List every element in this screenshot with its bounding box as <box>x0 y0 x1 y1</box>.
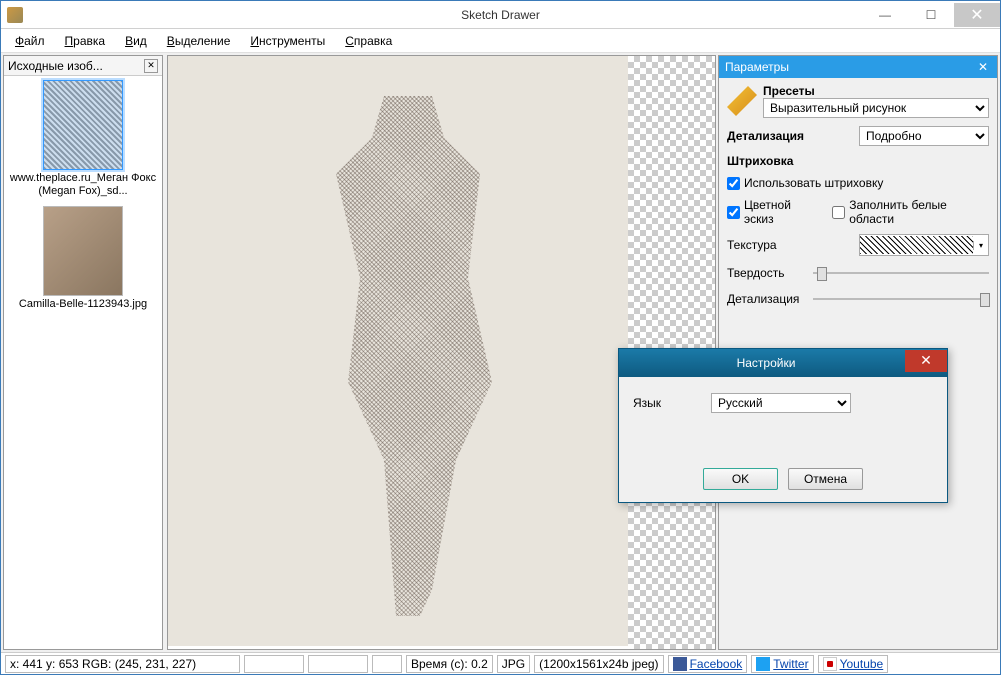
thumbnail-image <box>43 206 123 296</box>
pencil-icon <box>727 86 757 116</box>
preset-select[interactable]: Выразительный рисунок <box>763 98 989 118</box>
thumbnail-item[interactable]: www.theplace.ru_Меган Фокс (Megan Fox)_s… <box>8 80 158 198</box>
texture-select[interactable]: ▾ <box>859 234 989 256</box>
dialog-title: Настройки <box>737 356 796 370</box>
dialog-titlebar: Настройки ✕ <box>619 349 947 377</box>
titlebar: Sketch Drawer — ☐ ✕ <box>1 1 1000 29</box>
menu-tools[interactable]: Инструменты <box>242 31 333 51</box>
cancel-button[interactable]: Отмена <box>788 468 863 490</box>
window-title: Sketch Drawer <box>461 8 540 22</box>
statusbar: x: 441 y: 653 RGB: (245, 231, 227) Время… <box>1 652 1000 674</box>
status-format: JPG <box>497 655 530 673</box>
sidebar-close-button[interactable]: ✕ <box>144 59 158 73</box>
facebook-icon <box>673 657 687 671</box>
menu-selection[interactable]: Выделение <box>159 31 239 51</box>
settings-dialog: Настройки ✕ Язык Русский OK Отмена <box>618 348 948 503</box>
twitter-link[interactable]: Twitter <box>751 655 813 673</box>
detail-slider[interactable] <box>813 290 989 308</box>
params-title: Параметры <box>725 60 789 74</box>
source-images-panel: Исходные изоб... ✕ www.theplace.ru_Меган… <box>3 55 163 650</box>
hatching-label: Штриховка <box>727 154 989 168</box>
menu-edit[interactable]: Правка <box>57 31 114 51</box>
language-label: Язык <box>633 396 661 410</box>
hardness-label: Твердость <box>727 266 807 280</box>
sidebar-title: Исходные изоб... <box>8 59 103 73</box>
detail2-label: Детализация <box>727 292 807 306</box>
detail-select[interactable]: Подробно <box>859 126 989 146</box>
facebook-link[interactable]: Facebook <box>668 655 748 673</box>
use-hatching-label: Использовать штриховку <box>744 176 883 190</box>
detail-label: Детализация <box>727 129 804 143</box>
menu-view[interactable]: Вид <box>117 31 155 51</box>
color-sketch-label: Цветной эскиз <box>744 198 820 226</box>
thumbnail-list: www.theplace.ru_Меган Фокс (Megan Fox)_s… <box>4 76 162 324</box>
sidebar-header: Исходные изоб... ✕ <box>4 56 162 76</box>
app-icon <box>7 7 23 23</box>
menubar: Файл Правка Вид Выделение Инструменты Сп… <box>1 29 1000 53</box>
thumbnail-item[interactable]: Camilla-Belle-1123943.jpg <box>8 206 158 311</box>
chevron-down-icon: ▾ <box>973 241 988 250</box>
thumbnail-image <box>43 80 123 170</box>
status-dims: (1200x1561x24b jpeg) <box>534 655 663 673</box>
status-empty1 <box>244 655 304 673</box>
menu-help[interactable]: Справка <box>337 31 400 51</box>
status-coords: x: 441 y: 653 RGB: (245, 231, 227) <box>5 655 240 673</box>
dialog-close-button[interactable]: ✕ <box>905 350 947 372</box>
main-window: Sketch Drawer — ☐ ✕ Файл Правка Вид Выде… <box>0 0 1001 675</box>
youtube-link[interactable]: Youtube <box>818 655 889 673</box>
use-hatching-checkbox[interactable] <box>727 177 740 190</box>
menu-file-label: айл <box>24 34 44 48</box>
color-sketch-checkbox[interactable] <box>727 206 740 219</box>
status-empty2 <box>308 655 368 673</box>
twitter-icon <box>756 657 770 671</box>
thumbnail-label: Camilla-Belle-1123943.jpg <box>8 298 158 311</box>
status-empty3 <box>372 655 402 673</box>
minimize-button[interactable]: — <box>862 3 908 27</box>
youtube-icon <box>823 657 837 671</box>
hardness-slider[interactable] <box>813 264 989 282</box>
texture-label: Текстура <box>727 238 777 252</box>
params-close-button[interactable]: ✕ <box>975 60 991 74</box>
ok-button[interactable]: OK <box>703 468 778 490</box>
status-time: Время (с): 0.2 <box>406 655 493 673</box>
maximize-button[interactable]: ☐ <box>908 3 954 27</box>
close-button[interactable]: ✕ <box>954 3 1000 27</box>
thumbnail-label: www.theplace.ru_Меган Фокс (Megan Fox)_s… <box>8 172 158 198</box>
presets-label: Пресеты <box>763 84 989 98</box>
fill-white-checkbox[interactable] <box>832 206 845 219</box>
language-select[interactable]: Русский <box>711 393 851 413</box>
menu-file[interactable]: Файл <box>7 31 53 51</box>
fill-white-label: Заполнить белые области <box>849 198 989 226</box>
sketch-preview <box>168 56 628 646</box>
texture-preview <box>860 236 973 254</box>
params-header: Параметры ✕ <box>719 56 997 78</box>
